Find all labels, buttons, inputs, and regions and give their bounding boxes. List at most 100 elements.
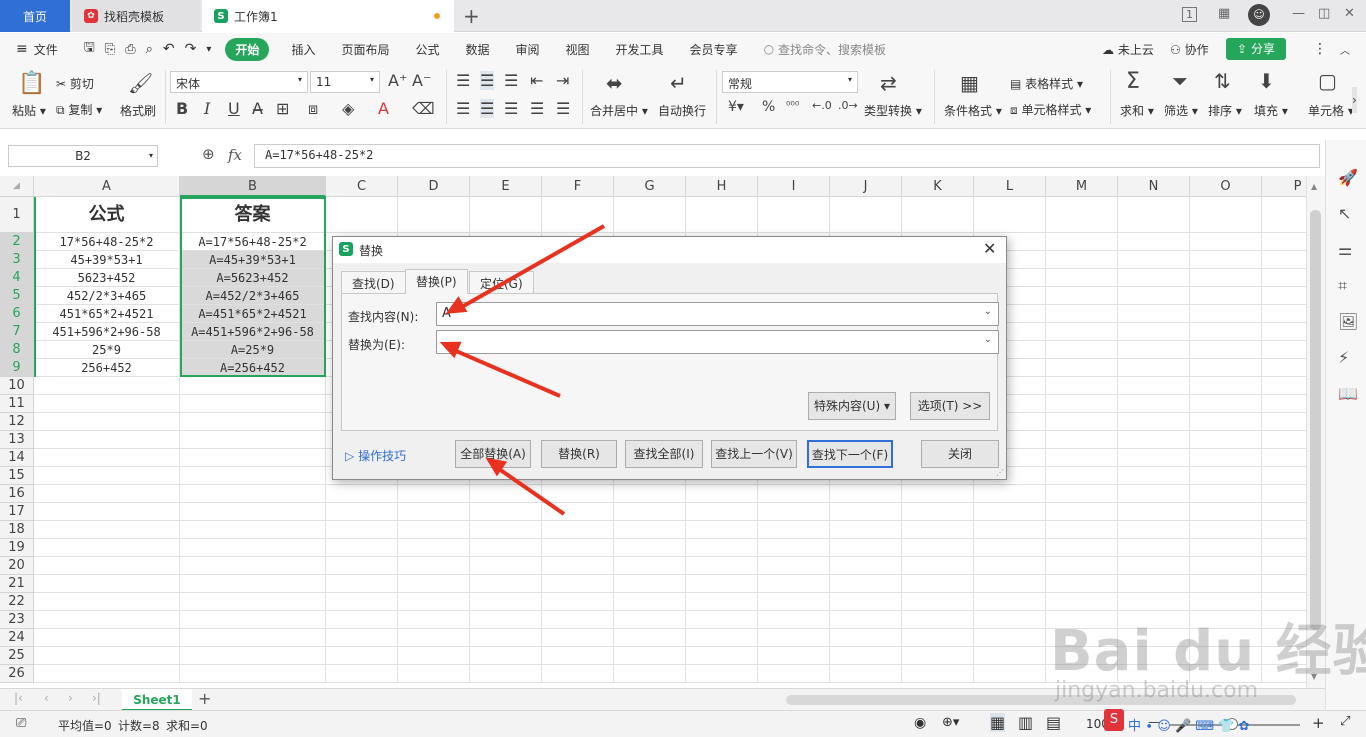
close-button[interactable]: 关闭 <box>921 440 999 468</box>
tab-replace[interactable]: 替换(P) <box>405 269 468 294</box>
cell-E22[interactable] <box>470 593 542 611</box>
align-middle-icon[interactable]: ☰ <box>480 71 495 90</box>
column-header-B[interactable]: B <box>180 176 326 197</box>
cell-J23[interactable] <box>830 611 902 629</box>
cell-P3[interactable] <box>1262 251 1306 269</box>
vertical-scroll-thumb[interactable] <box>1310 210 1321 630</box>
cell-O6[interactable] <box>1190 305 1262 323</box>
cell-H1[interactable] <box>686 197 758 233</box>
cell-N7[interactable] <box>1118 323 1190 341</box>
cell-D23[interactable] <box>398 611 470 629</box>
row-header-22[interactable]: 22 <box>0 593 34 611</box>
cell-D25[interactable] <box>398 647 470 665</box>
cell-J17[interactable] <box>830 503 902 521</box>
cell-M9[interactable] <box>1046 359 1118 377</box>
cell-H21[interactable] <box>686 575 758 593</box>
cell-F22[interactable] <box>542 593 614 611</box>
row-header-5[interactable]: 5 <box>0 287 34 305</box>
cell-D21[interactable] <box>398 575 470 593</box>
grid-view-icon[interactable]: ▦ <box>1218 6 1230 21</box>
column-header-F[interactable]: F <box>542 176 614 197</box>
cell-I23[interactable] <box>758 611 830 629</box>
cell-style-button[interactable]: ⧈ 单元格样式 ▾ <box>1010 101 1091 118</box>
resize-grip-icon[interactable]: ⋰ <box>996 468 1004 477</box>
cell-K17[interactable] <box>902 503 974 521</box>
cell-O20[interactable] <box>1190 557 1262 575</box>
row-header-11[interactable]: 11 <box>0 395 34 413</box>
indent-decrease-icon[interactable]: ⇤ <box>530 71 543 90</box>
cursor-icon[interactable]: ↖ <box>1338 204 1351 223</box>
cell-P9[interactable] <box>1262 359 1306 377</box>
align-right-icon[interactable]: ☰ <box>504 99 518 118</box>
cell-K21[interactable] <box>902 575 974 593</box>
cell-G26[interactable] <box>614 665 686 683</box>
cell-M4[interactable] <box>1046 269 1118 287</box>
row-header-24[interactable]: 24 <box>0 629 34 647</box>
format-painter-button[interactable]: 格式刷 <box>120 102 156 119</box>
sogou-icon[interactable]: S <box>1104 709 1124 731</box>
row-header-12[interactable]: 12 <box>0 413 34 431</box>
conditional-format-icon[interactable]: ▦ <box>960 71 979 95</box>
cell-B10[interactable] <box>180 377 326 395</box>
cell-E1[interactable] <box>470 197 542 233</box>
cell-button[interactable]: 单元格 ▾ <box>1308 102 1354 119</box>
row-header-14[interactable]: 14 <box>0 449 34 467</box>
paste-icon[interactable]: 📋 <box>18 71 45 96</box>
row-header-1[interactable]: 1 <box>0 197 34 233</box>
column-header-H[interactable]: H <box>686 176 758 197</box>
fill-icon[interactable]: ⬇ <box>1258 69 1275 93</box>
cell-D24[interactable] <box>398 629 470 647</box>
cell-K26[interactable] <box>902 665 974 683</box>
cell-M5[interactable] <box>1046 287 1118 305</box>
cell-P19[interactable] <box>1262 539 1306 557</box>
cell-B26[interactable] <box>180 665 326 683</box>
cell-A2[interactable]: 17*56+48-25*2 <box>34 233 180 251</box>
row-header-25[interactable]: 25 <box>0 647 34 665</box>
sheet-tab-sheet1[interactable]: Sheet1 <box>122 689 192 711</box>
percent-button[interactable]: % <box>762 99 775 115</box>
menu-formula[interactable]: 公式 <box>415 41 439 58</box>
cell-M14[interactable] <box>1046 449 1118 467</box>
cell-A15[interactable] <box>34 467 180 485</box>
cell-D1[interactable] <box>398 197 470 233</box>
menu-vip[interactable]: 会员专享 <box>690 41 738 58</box>
find-dropdown-icon[interactable]: ⌄ <box>984 306 992 317</box>
cell-N4[interactable] <box>1118 269 1190 287</box>
cell-N11[interactable] <box>1118 395 1190 413</box>
cell-B1[interactable]: 答案 <box>180 197 326 233</box>
row-header-20[interactable]: 20 <box>0 557 34 575</box>
cell-H18[interactable] <box>686 521 758 539</box>
cell-O16[interactable] <box>1190 485 1262 503</box>
cell-M15[interactable] <box>1046 467 1118 485</box>
cell-I16[interactable] <box>758 485 830 503</box>
cell-B14[interactable] <box>180 449 326 467</box>
row-header-23[interactable]: 23 <box>0 611 34 629</box>
row-header-8[interactable]: 8 <box>0 341 34 359</box>
cell-O10[interactable] <box>1190 377 1262 395</box>
cell-A19[interactable] <box>34 539 180 557</box>
tab-home[interactable]: 首页 <box>0 0 70 32</box>
cell-I18[interactable] <box>758 521 830 539</box>
cell-B23[interactable] <box>180 611 326 629</box>
cell-F18[interactable] <box>542 521 614 539</box>
cell-M8[interactable] <box>1046 341 1118 359</box>
cell-G16[interactable] <box>614 485 686 503</box>
column-header-G[interactable]: G <box>614 176 686 197</box>
cell-P13[interactable] <box>1262 431 1306 449</box>
add-sheet-icon[interactable]: + <box>198 689 211 708</box>
cell-M3[interactable] <box>1046 251 1118 269</box>
sliders-icon[interactable]: ⚌ <box>1338 240 1352 259</box>
column-header-N[interactable]: N <box>1118 176 1190 197</box>
menu-page-layout[interactable]: 页面布局 <box>341 41 389 58</box>
wrap-icon[interactable]: ↵ <box>670 71 687 95</box>
italic-button[interactable]: I <box>204 99 210 118</box>
row-header-16[interactable]: 16 <box>0 485 34 503</box>
cell-D20[interactable] <box>398 557 470 575</box>
page-break-icon[interactable]: ▤ <box>1046 713 1061 732</box>
cell-M13[interactable] <box>1046 431 1118 449</box>
column-header-M[interactable]: M <box>1046 176 1118 197</box>
cell-I1[interactable] <box>758 197 830 233</box>
scroll-up-icon[interactable]: ▲ <box>1311 182 1317 191</box>
cell-A6[interactable]: 451*65*2+4521 <box>34 305 180 323</box>
cell-C25[interactable] <box>326 647 398 665</box>
